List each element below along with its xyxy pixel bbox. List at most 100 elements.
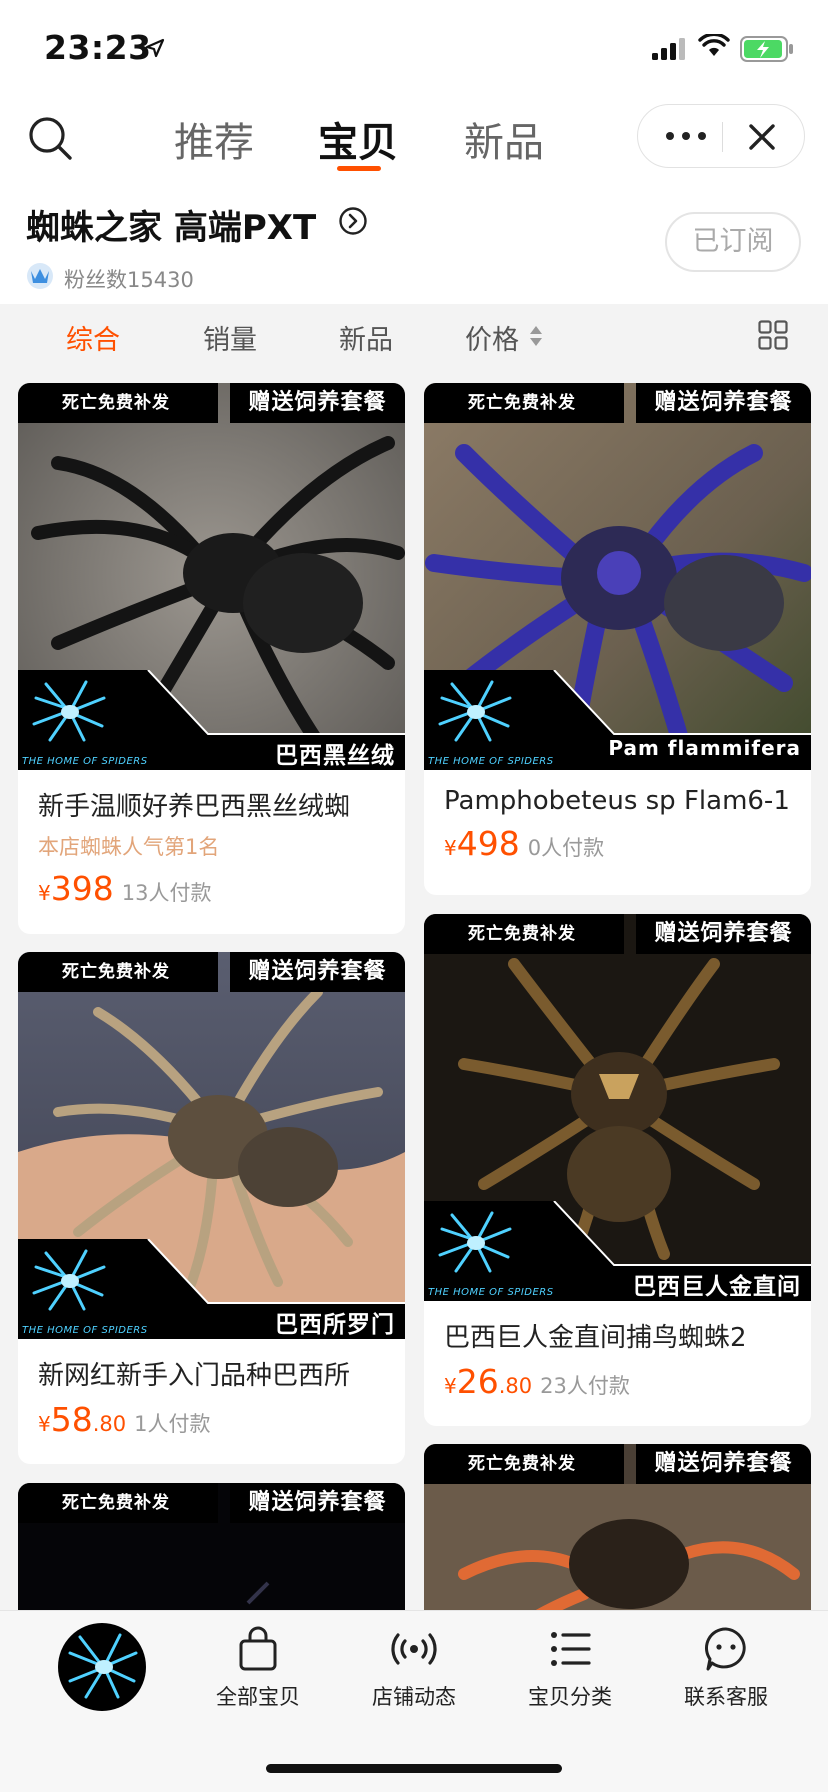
price-line: ¥398 13人付款 bbox=[38, 869, 385, 909]
tab-label: 全部宝贝 bbox=[216, 1685, 300, 1709]
bag-icon bbox=[239, 1626, 277, 1671]
image-species-label: Pam flammifera bbox=[608, 736, 801, 760]
grid-view-icon[interactable] bbox=[758, 320, 788, 350]
image-species-label: 巴西巨人金直间 bbox=[633, 1274, 801, 1300]
chat-bubble-icon bbox=[705, 1627, 746, 1671]
price: 498 bbox=[456, 824, 520, 863]
price-decimal: .80 bbox=[92, 1412, 127, 1436]
wifi-icon bbox=[698, 34, 730, 56]
tab-categories[interactable]: 宝贝分类 bbox=[510, 1625, 630, 1711]
brand-name-text: THE HOME OF SPIDERS bbox=[22, 756, 148, 767]
buyer-count: 1人付款 bbox=[134, 1412, 211, 1436]
tab-label: 店铺动态 bbox=[372, 1685, 456, 1709]
search-icon[interactable] bbox=[26, 114, 76, 164]
price-line: ¥58.80 1人付款 bbox=[38, 1400, 385, 1440]
currency-symbol: ¥ bbox=[444, 1374, 457, 1398]
banner-gift-package: 赠送饲养套餐 bbox=[636, 383, 811, 423]
capsule-divider bbox=[722, 122, 723, 152]
tab-shop-updates[interactable]: 店铺动态 bbox=[354, 1625, 474, 1711]
product-title[interactable]: 新手温顺好养巴西黑丝绒蜘 bbox=[38, 786, 385, 823]
banner-gift-package: 赠送饲养套餐 bbox=[230, 952, 405, 992]
buyer-count: 23人付款 bbox=[540, 1374, 630, 1398]
banner-free-reissue: 死亡免费补发 bbox=[18, 1483, 218, 1523]
spider-logo-icon bbox=[438, 680, 512, 742]
tab-recommend[interactable]: 推荐 bbox=[174, 110, 254, 168]
product-title[interactable]: Pamphobeteus sp Flam6-1 bbox=[444, 786, 791, 816]
sort-new[interactable]: 新品 bbox=[339, 318, 393, 357]
top-navigation: 推荐 宝贝 新品 bbox=[0, 96, 828, 186]
banner-free-reissue: 死亡免费补发 bbox=[424, 1444, 624, 1484]
price: 58 bbox=[50, 1400, 93, 1439]
product-image[interactable]: 死亡免费补发 赠送饲养套餐 THE HOME OF SPIDERS Pam fl… bbox=[424, 383, 811, 770]
banner-gift-package: 赠送饲养套餐 bbox=[230, 1483, 405, 1523]
sort-comprehensive[interactable]: 综合 bbox=[66, 318, 120, 357]
product-title[interactable]: 巴西巨人金直间捕鸟蜘蛛2 bbox=[444, 1317, 791, 1354]
spider-logo-icon bbox=[438, 1211, 512, 1273]
image-species-label: 巴西所罗门 bbox=[275, 1312, 395, 1338]
broadcast-icon bbox=[391, 1633, 437, 1665]
currency-symbol: ¥ bbox=[38, 881, 51, 905]
sort-bar: 综合 销量 新品 价格 bbox=[0, 304, 828, 366]
crown-badge-icon bbox=[27, 263, 53, 289]
brand-name-text: THE HOME OF SPIDERS bbox=[428, 1287, 554, 1298]
banner-gift-package: 赠送饲养套餐 bbox=[636, 1444, 811, 1484]
status-time: 23:23 bbox=[44, 28, 152, 67]
banner-free-reissue: 死亡免费补发 bbox=[18, 383, 218, 423]
tab-all-products[interactable]: 全部宝贝 bbox=[198, 1625, 318, 1711]
sort-price[interactable]: 价格 bbox=[465, 318, 519, 357]
banner-gift-package: 赠送饲养套餐 bbox=[230, 383, 405, 423]
shop-page: 23:23 推荐 宝贝 新品 蜘蛛之家 高端PXT 粉丝数15430 已订阅 综… bbox=[0, 0, 828, 1792]
tab-label: 宝贝分类 bbox=[528, 1685, 612, 1709]
price-decimal: .80 bbox=[498, 1374, 533, 1398]
sort-arrows-icon bbox=[530, 326, 542, 346]
banner-free-reissue: 死亡免费补发 bbox=[424, 914, 624, 954]
buyer-count: 13人付款 bbox=[121, 881, 212, 905]
shop-header: 蜘蛛之家 高端PXT 粉丝数15430 已订阅 bbox=[0, 186, 828, 304]
sort-sales[interactable]: 销量 bbox=[203, 318, 257, 357]
product-card[interactable]: 死亡免费补发 赠送饲养套餐 THE HOME OF SPIDERS 巴西巨人金直… bbox=[424, 914, 811, 1426]
brand-name-text: THE HOME OF SPIDERS bbox=[428, 756, 554, 767]
battery-charging-icon bbox=[740, 36, 793, 62]
tab-products[interactable]: 宝贝 bbox=[318, 110, 398, 168]
product-image[interactable]: 死亡免费补发 赠送饲养套餐 THE HOME OF SPIDERS 巴西巨人金直… bbox=[424, 914, 811, 1301]
close-icon[interactable] bbox=[746, 121, 778, 153]
currency-symbol: ¥ bbox=[38, 1412, 51, 1436]
more-icon[interactable] bbox=[662, 125, 710, 147]
product-card[interactable]: 死亡免费补发 赠送饲养套餐 THE HOME OF SPIDERS Pam fl… bbox=[424, 383, 811, 895]
tab-label: 联系客服 bbox=[684, 1685, 768, 1709]
buyer-count: 0人付款 bbox=[527, 836, 605, 860]
location-arrow-icon bbox=[145, 38, 165, 58]
product-card[interactable]: 死亡免费补发 赠送饲养套餐 THE HOME OF SPIDERS 巴西黑丝绒 … bbox=[18, 383, 405, 934]
shop-name[interactable]: 蜘蛛之家 高端PXT bbox=[26, 200, 316, 249]
product-image[interactable]: 死亡免费补发 赠送饲养套餐 THE HOME OF SPIDERS 巴西黑丝绒 bbox=[18, 383, 405, 770]
price-line: ¥26.80 23人付款 bbox=[444, 1362, 791, 1402]
chevron-right-circle-icon[interactable] bbox=[338, 206, 368, 236]
price-line: ¥498 0人付款 bbox=[444, 824, 791, 864]
shop-avatar[interactable] bbox=[58, 1623, 146, 1711]
spider-logo-icon bbox=[32, 680, 106, 742]
fans-count: 粉丝数15430 bbox=[64, 268, 194, 292]
tab-customer-service[interactable]: 联系客服 bbox=[666, 1625, 786, 1711]
tab-new[interactable]: 新品 bbox=[464, 110, 544, 168]
price: 26 bbox=[456, 1362, 499, 1401]
subscribe-button[interactable]: 已订阅 bbox=[665, 212, 801, 272]
product-title[interactable]: 新网红新手入门品种巴西所 bbox=[38, 1355, 385, 1392]
banner-free-reissue: 死亡免费补发 bbox=[18, 952, 218, 992]
product-image[interactable]: 死亡免费补发 赠送饲养套餐 THE HOME OF SPIDERS 巴西所罗门 bbox=[18, 952, 405, 1339]
image-species-label: 巴西黑丝绒 bbox=[275, 743, 395, 769]
brand-name-text: THE HOME OF SPIDERS bbox=[22, 1325, 148, 1336]
miniprogram-capsule bbox=[637, 104, 805, 168]
banner-free-reissue: 死亡免费补发 bbox=[424, 383, 624, 423]
product-tagline: 本店蜘蛛人气第1名 bbox=[38, 835, 220, 859]
cellular-signal-icon bbox=[652, 38, 685, 60]
status-bar: 23:23 bbox=[0, 0, 828, 96]
list-icon bbox=[551, 1632, 591, 1666]
spider-logo-icon bbox=[32, 1249, 106, 1311]
home-indicator[interactable] bbox=[266, 1764, 562, 1773]
active-tab-indicator bbox=[337, 166, 381, 171]
banner-gift-package: 赠送饲养套餐 bbox=[636, 914, 811, 954]
currency-symbol: ¥ bbox=[444, 836, 457, 860]
price: 398 bbox=[50, 869, 114, 908]
spider-logo-icon bbox=[68, 1633, 138, 1699]
product-card[interactable]: 死亡免费补发 赠送饲养套餐 THE HOME OF SPIDERS 巴西所罗门 … bbox=[18, 952, 405, 1464]
